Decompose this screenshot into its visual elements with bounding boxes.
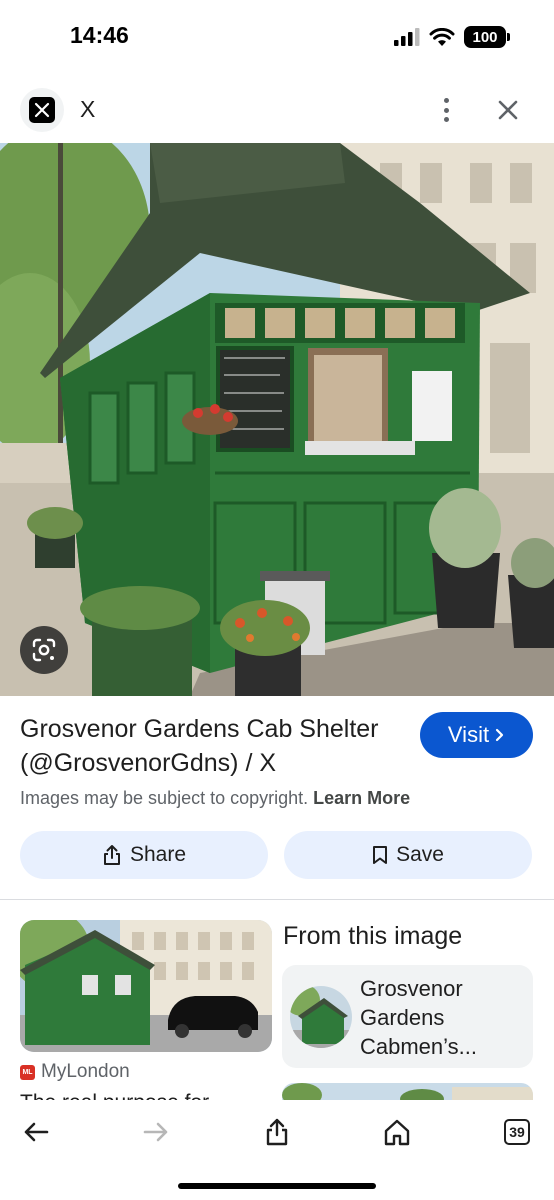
home-icon: [384, 1119, 410, 1146]
share-icon: [103, 845, 120, 865]
lens-search-button[interactable]: [20, 626, 68, 674]
status-time: 14:46: [70, 22, 129, 48]
signal-icon: [394, 28, 420, 46]
share-label: Share: [129, 843, 187, 866]
x-logo-icon[interactable]: [20, 88, 64, 132]
status-bar: 14:46 100: [0, 0, 554, 76]
from-item-thumbnail: [290, 986, 352, 1048]
source-name: MyLondon: [41, 1061, 130, 1082]
save-button[interactable]: Save: [284, 831, 532, 879]
status-icons: 100: [394, 26, 510, 48]
from-item-label: Grosvenor Gardens Cabmen’s...: [360, 976, 477, 1059]
from-this-image-item[interactable]: Grosvenor Gardens Cabmen’s...: [282, 965, 533, 1068]
tabs-button[interactable]: 39: [497, 1112, 537, 1152]
battery-icon: 100: [464, 26, 510, 48]
visit-label: Visit: [447, 722, 490, 747]
from-this-image-heading: From this image: [283, 922, 463, 950]
result-title[interactable]: Grosvenor Gardens Cab Shelter (@Grosveno…: [20, 712, 400, 780]
save-label: Save: [396, 843, 444, 866]
copyright-text: Images may be subject to copyright.: [20, 788, 309, 808]
arrow-right-icon: [143, 1122, 168, 1142]
home-button[interactable]: [377, 1112, 417, 1152]
more-options-icon[interactable]: [434, 96, 458, 124]
mylondon-logo-icon: ML: [20, 1064, 35, 1080]
camera-lens-icon: [32, 638, 56, 662]
related-result-thumbnail[interactable]: [20, 920, 272, 1052]
arrow-left-icon: [24, 1122, 49, 1142]
share-page-button[interactable]: [257, 1112, 297, 1152]
section-divider: [0, 899, 554, 900]
back-button[interactable]: [16, 1112, 56, 1152]
bookmark-icon: [373, 846, 388, 864]
source-title[interactable]: X: [80, 96, 95, 123]
chevron-right-icon: [495, 728, 504, 742]
share-icon: [266, 1118, 288, 1146]
visit-button[interactable]: Visit: [420, 712, 533, 758]
share-button[interactable]: Share: [20, 831, 268, 879]
home-indicator: [178, 1183, 376, 1189]
close-icon[interactable]: [494, 96, 522, 124]
wifi-icon: [429, 27, 455, 46]
forward-button[interactable]: [136, 1112, 176, 1152]
related-source[interactable]: ML MyLondon: [20, 1061, 130, 1083]
battery-level: 100: [472, 28, 498, 46]
cab-shelter-photo[interactable]: [0, 143, 554, 696]
tabs-count: 39: [504, 1119, 530, 1145]
source-header: X: [0, 84, 554, 136]
copyright-notice: Images may be subject to copyright. Lear…: [20, 788, 410, 809]
learn-more-link[interactable]: Learn More: [313, 788, 410, 808]
